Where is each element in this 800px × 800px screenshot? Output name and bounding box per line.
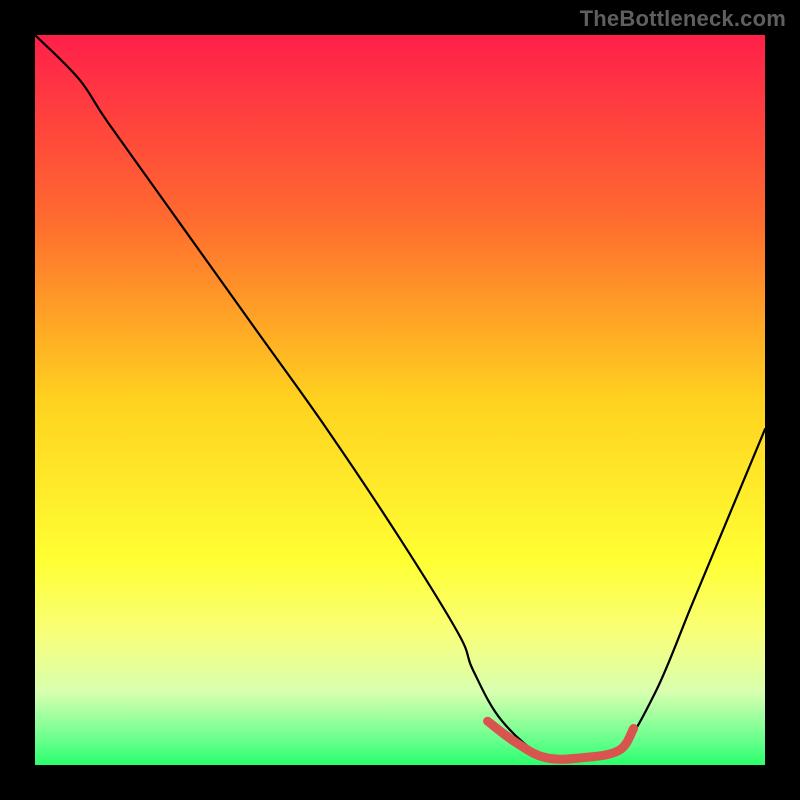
plot-area xyxy=(35,35,765,765)
chart-container: TheBottleneck.com xyxy=(0,0,800,800)
watermark-text: TheBottleneck.com xyxy=(580,6,786,32)
chart-svg xyxy=(35,35,765,765)
gradient-background xyxy=(35,35,765,765)
